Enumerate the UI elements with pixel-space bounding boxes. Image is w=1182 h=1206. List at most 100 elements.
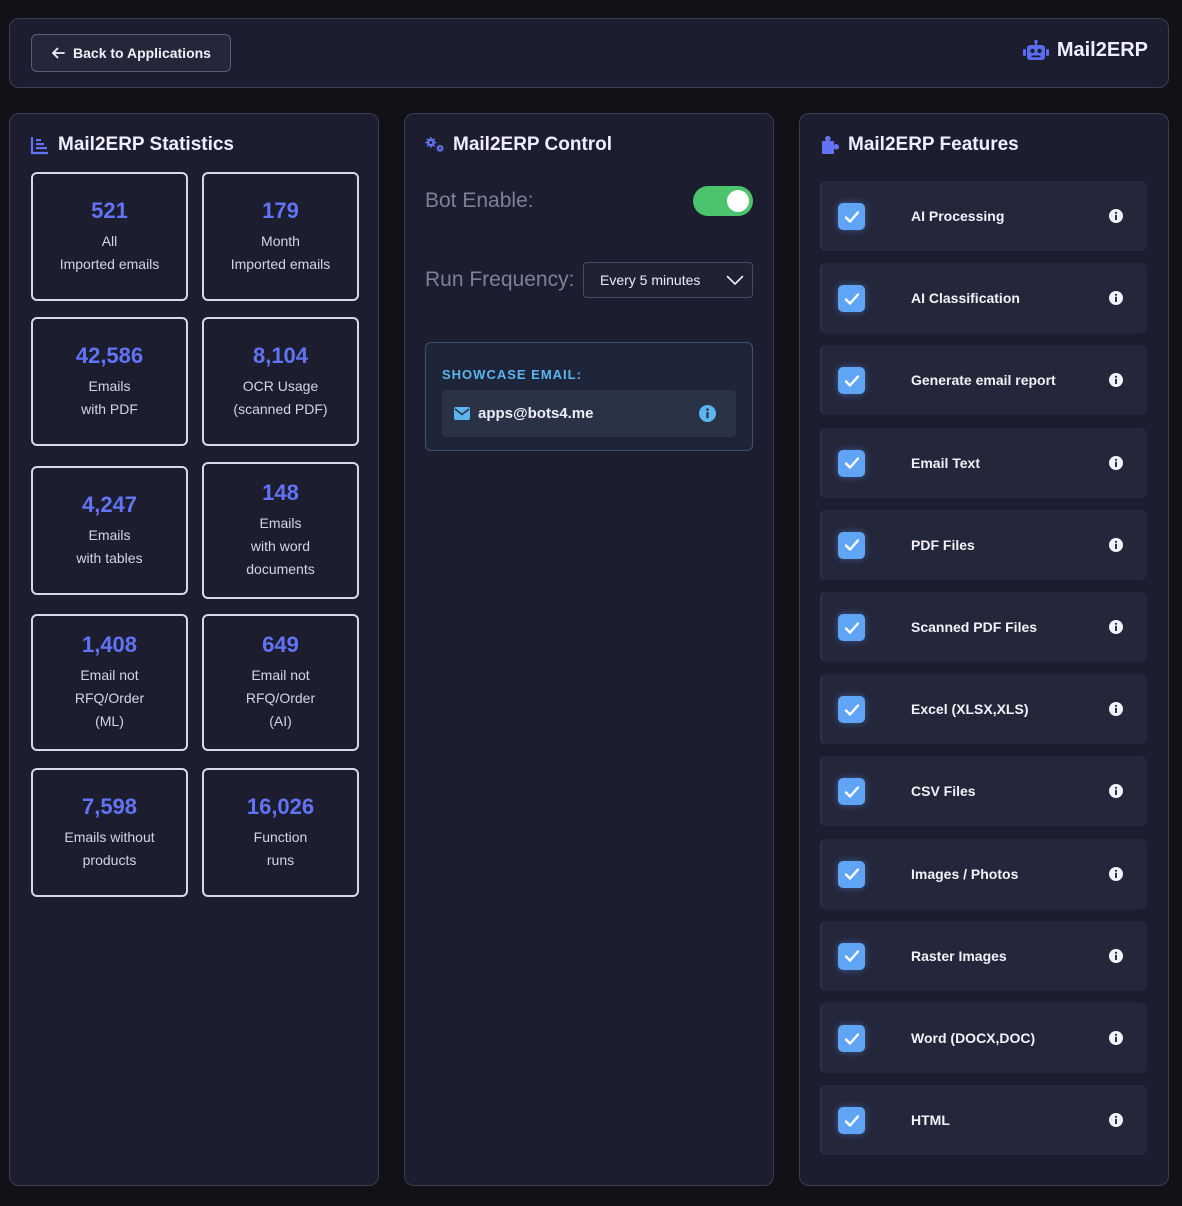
- stat-label: Month Imported emails: [230, 232, 331, 272]
- stat-value: 649: [262, 632, 299, 657]
- feature-checkbox[interactable]: [838, 778, 865, 806]
- statistics-title: Mail2ERP Statistics: [30, 134, 234, 156]
- feature-checkbox[interactable]: [838, 614, 865, 641]
- stat-label: OCR Usage (scanned PDF): [233, 377, 328, 417]
- control-panel: Mail2ERP Control Bot Enable: Run Frequen…: [404, 113, 774, 1186]
- checkmark-icon: [844, 1032, 859, 1045]
- stat-card: 521 All Imported emails: [31, 172, 188, 301]
- stat-value: 42,586: [75, 342, 144, 368]
- checkmark-icon: [844, 868, 859, 880]
- stat-value: 148: [262, 480, 299, 505]
- toggle-knob: [727, 190, 749, 212]
- statistics-title-text: Mail2ERP Statistics: [58, 134, 235, 155]
- feature-checkbox[interactable]: [838, 531, 865, 559]
- checkmark-icon: [844, 457, 859, 469]
- stat-value: 179: [262, 197, 299, 223]
- back-button-label: Back to Applications: [73, 45, 211, 61]
- feature-item: PDF Files: [820, 509, 1147, 580]
- stat-card: 7,598 Emails without products: [31, 768, 188, 897]
- control-title: Mail2ERP Control: [425, 134, 612, 156]
- feature-name: Images / Photos: [911, 865, 1019, 882]
- feature-item: AI Processing: [820, 181, 1147, 251]
- feature-name: Word (DOCX,DOC): [911, 1030, 1036, 1046]
- info-icon[interactable]: [1109, 373, 1123, 388]
- control-title-text: Mail2ERP Control: [453, 134, 613, 155]
- stat-label: Emails with PDF: [81, 377, 138, 417]
- feature-item: Word (DOCX,DOC): [820, 1003, 1147, 1073]
- feature-item: AI Classification: [820, 263, 1147, 334]
- stat-card: 649 Email not RFQ/Order (AI): [202, 614, 359, 751]
- back-to-applications-button[interactable]: Back to Applications: [31, 34, 231, 72]
- feature-checkbox[interactable]: [838, 1025, 865, 1052]
- feature-item: Generate email report: [820, 345, 1147, 416]
- feature-name: AI Processing: [911, 208, 1005, 224]
- info-icon[interactable]: [1109, 784, 1123, 799]
- checkmark-icon: [844, 1114, 859, 1127]
- stat-label: Emails without products: [64, 828, 155, 868]
- info-icon[interactable]: [699, 405, 716, 422]
- feature-checkbox[interactable]: [838, 860, 865, 888]
- info-icon[interactable]: [1109, 291, 1123, 306]
- info-icon[interactable]: [1109, 455, 1123, 470]
- stat-value: 1,408: [81, 632, 138, 657]
- info-icon[interactable]: [1109, 537, 1123, 552]
- top-header: Back to Applications Mail2ERP: [9, 18, 1169, 88]
- info-icon[interactable]: [1109, 209, 1123, 223]
- checkmark-icon: [844, 375, 859, 387]
- checkmark-icon: [844, 292, 859, 305]
- stat-value: 16,026: [246, 793, 315, 819]
- stat-value: 7,598: [81, 793, 138, 819]
- stat-label: Email not RFQ/Order (ML): [74, 667, 145, 729]
- statistics-panel: Mail2ERP Statistics 521 All Imported emai…: [9, 113, 379, 1186]
- arrow-left-icon: [52, 47, 65, 59]
- info-icon[interactable]: [1109, 948, 1123, 963]
- showcase-email-box: SHOWCASE EMAIL: apps@bots4.me: [425, 342, 753, 451]
- run-frequency-value: Every 5 minutes: [600, 272, 701, 288]
- feature-checkbox[interactable]: [838, 942, 865, 970]
- feature-checkbox[interactable]: [838, 285, 865, 313]
- feature-name: Excel (XLSX,XLS): [911, 701, 1029, 718]
- feature-item: Excel (XLSX,XLS): [820, 674, 1147, 745]
- checkmark-icon: [844, 210, 859, 223]
- checkmark-icon: [844, 950, 859, 962]
- stat-value: 4,247: [81, 491, 138, 517]
- feature-item: Images / Photos: [820, 838, 1147, 909]
- info-icon[interactable]: [1109, 620, 1123, 634]
- feature-name: Generate email report: [911, 372, 1056, 389]
- robot-icon: [1022, 39, 1049, 60]
- feature-name: Raster Images: [911, 947, 1007, 964]
- run-frequency-label: Run Frequency:: [425, 268, 575, 291]
- stat-card: 148 Emails with word documents: [202, 462, 359, 599]
- chart-bar-icon: [30, 137, 48, 155]
- info-icon[interactable]: [1109, 702, 1123, 717]
- stat-card: 16,026 Function runs: [202, 768, 359, 897]
- feature-checkbox[interactable]: [838, 449, 865, 477]
- chevron-down-icon: [726, 275, 744, 285]
- checkmark-icon: [844, 703, 859, 716]
- info-icon[interactable]: [1109, 1031, 1123, 1045]
- feature-checkbox[interactable]: [838, 367, 865, 395]
- features-title-text: Mail2ERP Features: [848, 134, 1019, 155]
- info-icon[interactable]: [1109, 1113, 1123, 1128]
- stat-label: Emails with tables: [76, 526, 143, 566]
- feature-checkbox[interactable]: [838, 1107, 865, 1135]
- stat-label: Function runs: [253, 828, 308, 868]
- info-icon[interactable]: [1109, 866, 1123, 881]
- stat-card: 179 Month Imported emails: [202, 172, 359, 301]
- feature-name: HTML: [911, 1112, 950, 1129]
- stat-card: 4,247 Emails with tables: [31, 466, 188, 595]
- feature-item: Email Text: [820, 427, 1147, 498]
- feature-name: CSV Files: [911, 783, 976, 800]
- checkmark-icon: [844, 786, 859, 798]
- showcase-email-row: apps@bots4.me: [442, 390, 736, 437]
- stat-value: 521: [91, 197, 128, 223]
- run-frequency-select[interactable]: Every 5 minutes: [583, 262, 753, 298]
- bot-enable-toggle[interactable]: [693, 186, 753, 216]
- stat-label: Emails with word documents: [246, 515, 315, 577]
- feature-item: CSV Files: [820, 756, 1147, 827]
- bot-enable-label: Bot Enable:: [425, 189, 534, 212]
- feature-checkbox[interactable]: [838, 203, 865, 230]
- brand-name: Mail2ERP: [1056, 39, 1148, 61]
- feature-checkbox[interactable]: [838, 696, 865, 724]
- envelope-icon: [454, 407, 470, 420]
